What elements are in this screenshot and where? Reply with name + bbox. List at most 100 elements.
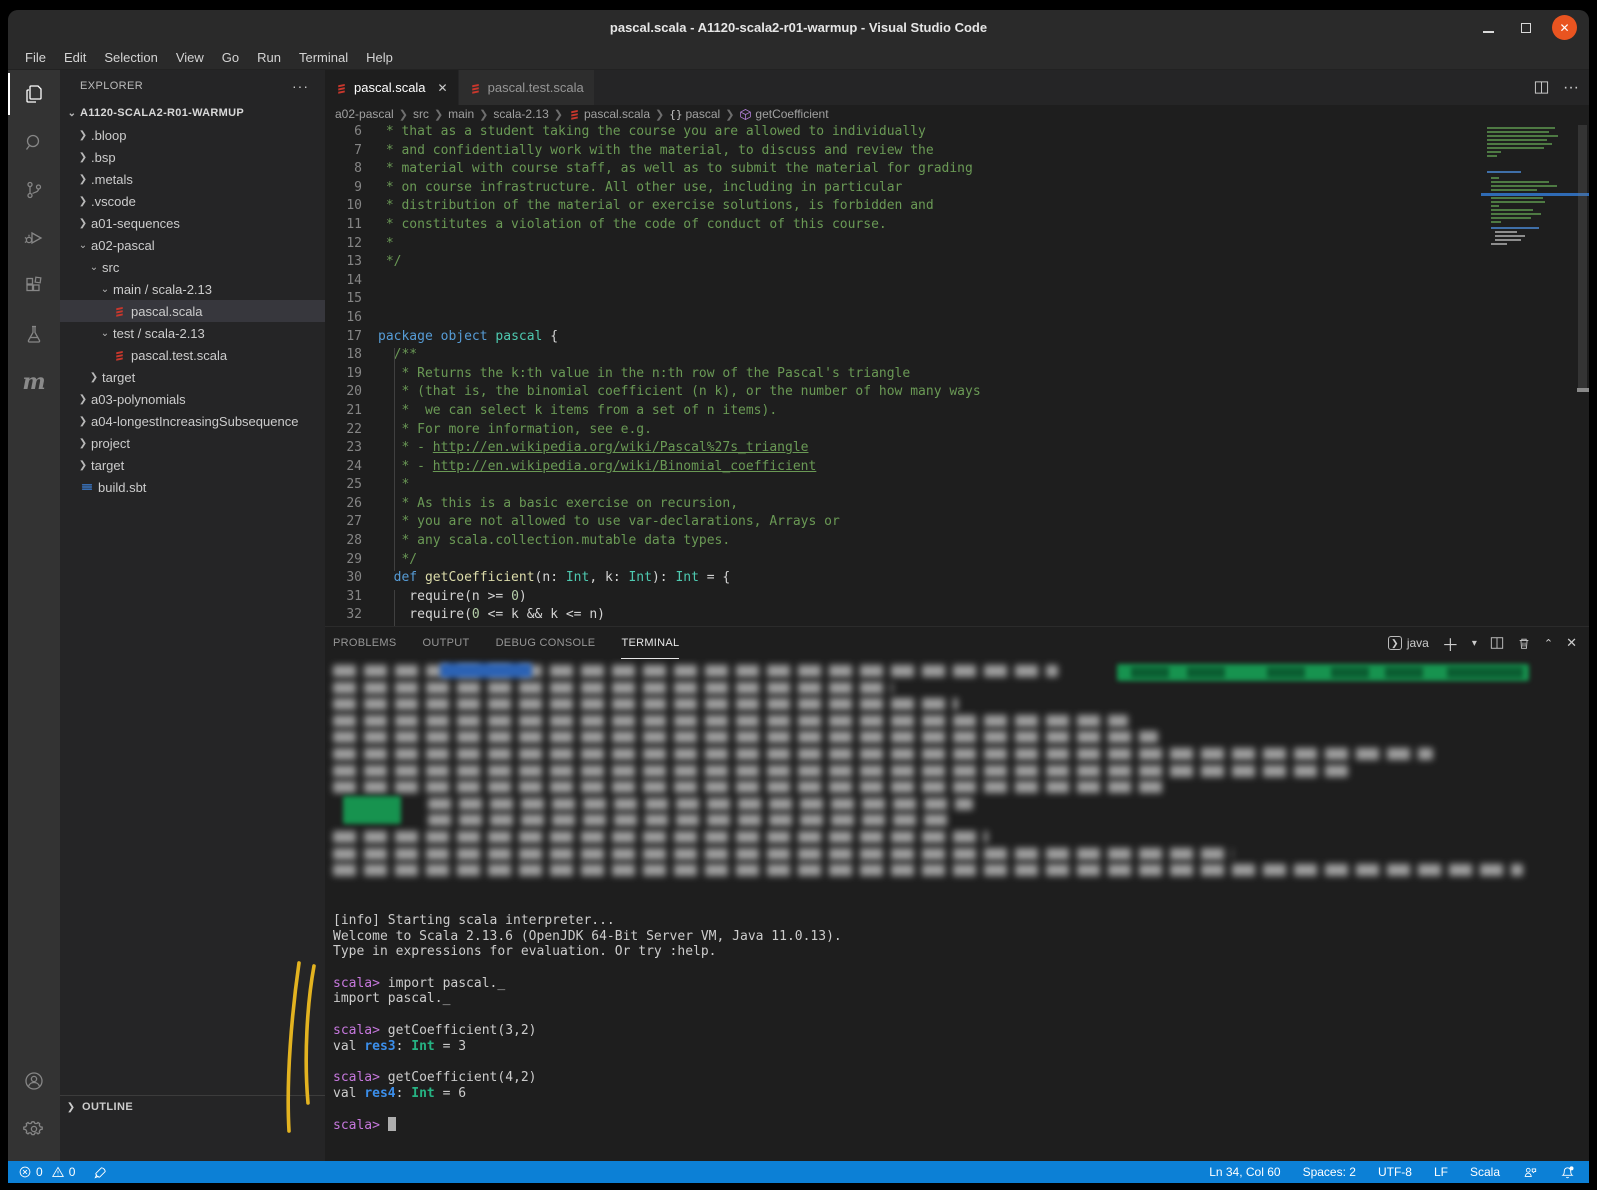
tree-item-a02-pascal[interactable]: ⌄a02-pascal (60, 234, 325, 256)
maximize-panel-icon[interactable]: ⌃ (1544, 637, 1553, 650)
outline-section[interactable]: ❯ OUTLINE (60, 1095, 325, 1118)
terminal-dropdown-icon[interactable]: ▾ (1472, 638, 1477, 649)
terminal-line (333, 960, 842, 976)
status-spaces-2[interactable]: Spaces: 2 (1303, 1165, 1356, 1179)
breadcrumb-pascal[interactable]: {}pascal (669, 107, 720, 121)
new-terminal-icon[interactable]: ＋ (1442, 631, 1459, 656)
panel-tab-problems[interactable]: PROBLEMS (333, 627, 397, 659)
breadcrumb[interactable]: a02-pascal❯src❯main❯scala-2.13❯pascal.sc… (325, 105, 1589, 123)
tree-item-a1120-scala2-r01-warmup[interactable]: ⌄A1120-SCALA2-R01-WARMUP (60, 102, 325, 124)
title-bar: pascal.scala - A1120-scala2-r01-warmup -… (8, 10, 1589, 45)
terminal-line (333, 1101, 842, 1117)
tree-item-a04-longestincreasingsubsequence[interactable]: ❯a04-longestIncreasingSubsequence (60, 410, 325, 432)
menu-go[interactable]: Go (213, 45, 248, 70)
split-editor-icon[interactable] (1534, 80, 1549, 95)
menu-view[interactable]: View (167, 45, 213, 70)
extensions-icon[interactable] (8, 262, 60, 310)
menu-help[interactable]: Help (357, 45, 402, 70)
search-icon[interactable] (8, 118, 60, 166)
tree-item-pascal.scala[interactable]: pascal.scala (60, 300, 325, 322)
code-line-21: 21 * we can select k items from a set of… (325, 402, 1589, 421)
tree-item-pascal.test.scala[interactable]: pascal.test.scala (60, 344, 325, 366)
tree-item-build.sbt[interactable]: build.sbt (60, 476, 325, 498)
settings-gear-icon[interactable] (8, 1105, 60, 1153)
chevron-right-icon: ❯ (86, 372, 102, 383)
terminal-line (333, 1054, 842, 1070)
tree-item-.bloop[interactable]: ❯.bloop (60, 124, 325, 146)
explorer-more-actions-icon[interactable]: ··· (292, 78, 309, 94)
status-ln-34-col-60[interactable]: Ln 34, Col 60 (1209, 1165, 1280, 1179)
editor-scrollbar[interactable] (1578, 125, 1587, 390)
menu-selection[interactable]: Selection (95, 45, 166, 70)
menu-run[interactable]: Run (248, 45, 290, 70)
tab-pascal.scala[interactable]: pascal.scala✕ (325, 70, 458, 105)
tree-item-.bsp[interactable]: ❯.bsp (60, 146, 325, 168)
code-line-10: 10 * distribution of the material or exe… (325, 197, 1589, 216)
metals-doctor-rocket-icon[interactable] (93, 1165, 108, 1180)
chevron-down-icon: ⌄ (97, 284, 113, 295)
terminal-profile[interactable]: ❯ java (1388, 636, 1429, 650)
breadcrumb-pascal.scala[interactable]: pascal.scala (568, 107, 650, 121)
source-control-icon[interactable] (8, 166, 60, 214)
breadcrumb-getCoefficient[interactable]: getCoefficient (739, 107, 828, 121)
status-lf[interactable]: LF (1434, 1165, 1448, 1179)
close-button[interactable]: ✕ (1552, 15, 1577, 40)
code-line-7: 7 * and confidentially work with the mat… (325, 142, 1589, 161)
explorer-icon[interactable] (8, 70, 60, 118)
tree-item-.vscode[interactable]: ❯.vscode (60, 190, 325, 212)
tree-item-target[interactable]: ❯target (60, 366, 325, 388)
status-utf-8[interactable]: UTF-8 (1378, 1165, 1412, 1179)
terminal-content[interactable]: [info] Starting scala interpreter...Welc… (333, 659, 1553, 1161)
editor-area: pascal.scala✕pascal.test.scala ··· a02-p… (325, 70, 1589, 1161)
code-line-15: 15 (325, 290, 1589, 309)
panel-tab-output[interactable]: OUTPUT (423, 627, 470, 659)
terminal-line: Welcome to Scala 2.13.6 (OpenJDK 64-Bit … (333, 929, 842, 945)
chevron-right-icon: ❯ (75, 460, 91, 471)
tree-item-project[interactable]: ❯project (60, 432, 325, 454)
tree-item-main-scala-2.13[interactable]: ⌄main / scala-2.13 (60, 278, 325, 300)
kill-terminal-trash-icon[interactable] (1517, 636, 1531, 651)
account-icon[interactable] (8, 1057, 60, 1105)
code-line-22: 22 * For more information, see e.g. (325, 421, 1589, 440)
breadcrumb-a02-pascal[interactable]: a02-pascal (335, 107, 394, 121)
menu-terminal[interactable]: Terminal (290, 45, 357, 70)
tree-item-.metals[interactable]: ❯.metals (60, 168, 325, 190)
code-editor[interactable]: 6 * that as a student taking the course … (325, 123, 1589, 626)
menu-file[interactable]: File (16, 45, 55, 70)
testing-icon[interactable] (8, 310, 60, 358)
breadcrumb-main[interactable]: main (448, 107, 474, 121)
chevron-right-icon: ❯ (75, 394, 91, 405)
maximize-button[interactable] (1513, 15, 1538, 40)
split-terminal-icon[interactable] (1490, 636, 1504, 650)
feedback-icon[interactable] (1522, 1165, 1538, 1179)
tree-item-a01-sequences[interactable]: ❯a01-sequences (60, 212, 325, 234)
status-scala[interactable]: Scala (1470, 1165, 1500, 1179)
terminal-line: scala> getCoefficient(3,2) (333, 1023, 842, 1039)
tree-item-src[interactable]: ⌄src (60, 256, 325, 278)
code-line-12: 12 * (325, 235, 1589, 254)
breadcrumb-src[interactable]: src (413, 107, 429, 121)
panel-tab-debug-console[interactable]: DEBUG CONSOLE (496, 627, 596, 659)
tree-item-test-scala-2.13[interactable]: ⌄test / scala-2.13 (60, 322, 325, 344)
close-panel-icon[interactable]: ✕ (1566, 635, 1577, 651)
notifications-bell-icon[interactable] (1560, 1165, 1575, 1180)
minimap[interactable] (1483, 125, 1575, 275)
breadcrumb-scala-2.13[interactable]: scala-2.13 (493, 107, 548, 121)
close-tab-icon[interactable]: ✕ (438, 81, 448, 95)
scala-icon (568, 107, 581, 121)
editor-more-actions-icon[interactable]: ··· (1563, 79, 1579, 97)
minimize-button[interactable] (1476, 15, 1501, 40)
metals-icon[interactable]: m (8, 358, 60, 406)
terminal-line: import pascal._ (333, 991, 842, 1007)
run-debug-icon[interactable] (8, 214, 60, 262)
tree-item-a03-polynomials[interactable]: ❯a03-polynomials (60, 388, 325, 410)
code-line-30: 30 def getCoefficient(n: Int, k: Int): I… (325, 569, 1589, 588)
errors-warnings-status[interactable]: 0 0 (18, 1165, 75, 1179)
scala-file-icon (469, 81, 482, 95)
tree-item-target[interactable]: ❯target (60, 454, 325, 476)
panel-tab-terminal[interactable]: TERMINAL (621, 627, 679, 659)
terminal-line: [info] Starting scala interpreter... (333, 913, 842, 929)
status-bar: 0 0 Ln 34, Col 60 Spaces: 2 UTF-8 LF Scala (8, 1161, 1589, 1183)
tab-pascal.test.scala[interactable]: pascal.test.scala (459, 70, 594, 105)
menu-edit[interactable]: Edit (55, 45, 95, 70)
